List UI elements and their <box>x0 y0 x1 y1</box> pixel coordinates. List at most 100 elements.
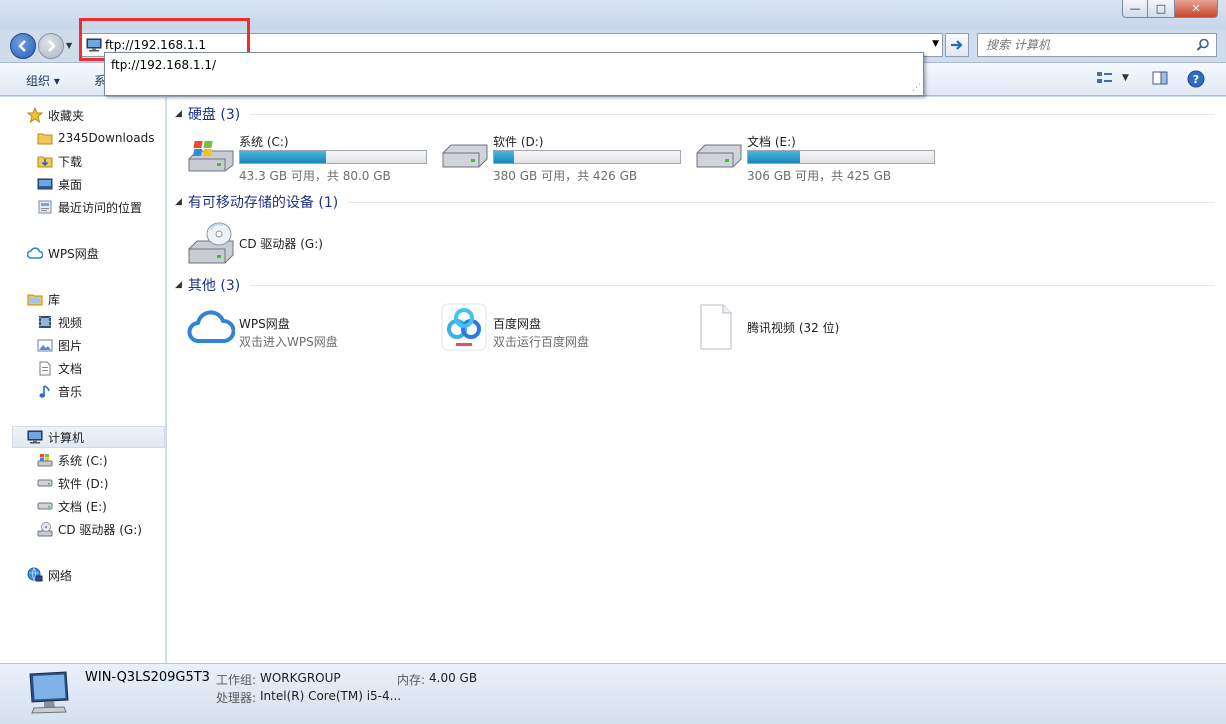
collapse-triangle-icon[interactable]: ◢ <box>175 197 182 207</box>
recent-places-icon <box>36 199 54 215</box>
organize-menu[interactable]: 组织 ▾ <box>26 72 60 89</box>
drive-free-space: 43.3 GB 可用，共 80.0 GB <box>239 169 391 183</box>
memory-value: 4.00 GB <box>429 671 478 685</box>
content-pane: ◢ 硬盘 (3) 系统 (C:) 43.3 GB 可用，共 80.0 GB 软件… <box>167 97 1226 663</box>
address-autocomplete-list: ftp://192.168.1.1/ ⋰ <box>104 52 924 96</box>
search-box[interactable] <box>977 33 1217 57</box>
item-name: 百度网盘 <box>493 317 542 331</box>
computer-icon <box>26 429 44 445</box>
arrow-right-icon <box>48 40 56 52</box>
other-item-baidu-netdisk[interactable]: 百度网盘 双击运行百度网盘 <box>441 303 695 353</box>
drive-tile-c[interactable]: 系统 (C:) 43.3 GB 可用，共 80.0 GB <box>187 133 441 183</box>
maximize-button[interactable]: □ <box>1148 0 1174 18</box>
sidebar-item-label: 计算机 <box>48 430 85 445</box>
forward-button[interactable] <box>38 33 64 59</box>
drive-free-space: 380 GB 可用，共 426 GB <box>493 169 638 183</box>
film-icon <box>36 314 54 330</box>
item-description: 双击进入WPS网盘 <box>239 335 338 349</box>
drive-usage-fill <box>494 151 515 163</box>
collapse-triangle-icon[interactable]: ◢ <box>175 109 182 119</box>
sidebar-item-label: 系统 (C:) <box>58 453 108 468</box>
sidebar-item-label: 网络 <box>48 568 73 583</box>
group-header-hard-drives[interactable]: ◢ 硬盘 (3) <box>175 105 1215 123</box>
sidebar-favorites-label: 收藏夹 <box>48 108 85 123</box>
desktop-icon <box>36 176 54 192</box>
sidebar-item-label: 最近访问的位置 <box>58 200 143 215</box>
help-icon: ? <box>1187 70 1205 88</box>
star-icon <box>26 107 44 123</box>
sidebar-item-label: 桌面 <box>58 177 83 192</box>
drive-free-space: 306 GB 可用，共 425 GB <box>747 169 892 183</box>
computer-large-icon <box>24 670 72 717</box>
group-divider <box>348 201 1215 203</box>
sidebar-item-label: 2345Downloads <box>58 131 155 145</box>
arrow-go-icon <box>951 40 963 50</box>
drive-name: 软件 (D:) <box>493 135 544 149</box>
group-divider <box>250 284 1215 286</box>
cd-drive-icon <box>187 221 235 268</box>
memory-label: 内存: <box>397 673 426 687</box>
drive-usage-fill <box>240 151 326 163</box>
computer-icon <box>86 38 102 55</box>
document-icon <box>36 360 54 376</box>
drive-name: 文档 (E:) <box>747 135 796 149</box>
sidebar-item-label: CD 驱动器 (G:) <box>58 522 142 537</box>
view-options-button[interactable]: ▼ <box>1096 70 1129 86</box>
go-button[interactable] <box>945 33 969 57</box>
view-dropdown-icon: ▼ <box>1122 73 1129 83</box>
hard-drive-icon <box>441 139 489 172</box>
resize-grip-icon[interactable]: ⋰ <box>912 83 921 93</box>
drive-tile-g[interactable]: CD 驱动器 (G:) <box>187 221 441 271</box>
address-dropdown-icon[interactable]: ▼ <box>932 39 939 49</box>
back-button[interactable] <box>10 33 36 59</box>
group-title: 有可移动存储的设备 (1) <box>187 195 339 211</box>
address-input[interactable]: ftp://192.168.1.1 <box>105 38 206 52</box>
sidebar-item-label: 文档 (E:) <box>58 499 107 514</box>
item-name: WPS网盘 <box>239 317 290 331</box>
music-note-icon <box>36 383 54 399</box>
sidebar-item-label: 库 <box>48 292 61 307</box>
arrow-left-icon <box>18 40 26 52</box>
system-drive-icon <box>187 139 235 176</box>
sidebar-item-label: 音乐 <box>58 384 83 399</box>
sidebar-item-label: 视频 <box>58 315 83 330</box>
preview-pane-button[interactable] <box>1152 70 1168 86</box>
processor-value: Intel(R) Core(TM) i5-4... <box>260 689 402 703</box>
recent-pages-dropdown[interactable]: ▼ <box>66 41 72 50</box>
blank-file-icon <box>695 303 735 354</box>
sidebar-item-label: WPS网盘 <box>48 246 99 261</box>
cd-drive-icon <box>36 521 54 537</box>
search-input[interactable] <box>978 34 1188 56</box>
item-name: 腾讯视频 (32 位) <box>747 321 840 335</box>
search-icon[interactable] <box>1196 38 1210 55</box>
sidebar-computer[interactable]: 计算机 <box>12 426 165 448</box>
folder-icon <box>36 130 54 146</box>
item-description: 双击运行百度网盘 <box>493 335 590 349</box>
downloads-folder-icon <box>36 153 54 169</box>
group-header-removable[interactable]: ◢ 有可移动存储的设备 (1) <box>175 193 1215 211</box>
drive-tile-e[interactable]: 文档 (E:) 306 GB 可用，共 425 GB <box>695 133 949 183</box>
group-header-other[interactable]: ◢ 其他 (3) <box>175 276 1215 294</box>
title-bar: — □ ✕ <box>0 0 1226 30</box>
other-item-tencent-video[interactable]: 腾讯视频 (32 位) <box>695 303 949 353</box>
processor-label: 处理器: <box>216 691 257 705</box>
collapse-triangle-icon[interactable]: ◢ <box>175 280 182 290</box>
close-button[interactable]: ✕ <box>1174 0 1218 18</box>
other-item-wps-cloud[interactable]: WPS网盘 双击进入WPS网盘 <box>187 307 441 357</box>
group-divider <box>250 113 1215 115</box>
drive-tile-d[interactable]: 软件 (D:) 380 GB 可用，共 426 GB <box>441 133 695 183</box>
hard-drive-icon <box>36 475 54 491</box>
help-button[interactable]: ? <box>1187 70 1205 88</box>
window-controls: — □ ✕ <box>1122 0 1218 18</box>
drive-usage-bar <box>493 150 681 164</box>
workgroup-value: WORKGROUP <box>260 671 341 685</box>
cloud-icon <box>26 245 44 261</box>
drive-usage-fill <box>748 151 801 163</box>
drive-usage-bar <box>747 150 935 164</box>
minimize-button[interactable]: — <box>1122 0 1148 18</box>
view-icon <box>1097 72 1112 83</box>
autocomplete-item[interactable]: ftp://192.168.1.1/ <box>111 58 216 72</box>
sidebar-item-label: 图片 <box>58 338 83 353</box>
wps-cloud-icon <box>187 307 236 350</box>
svg-text:?: ? <box>1193 73 1199 86</box>
